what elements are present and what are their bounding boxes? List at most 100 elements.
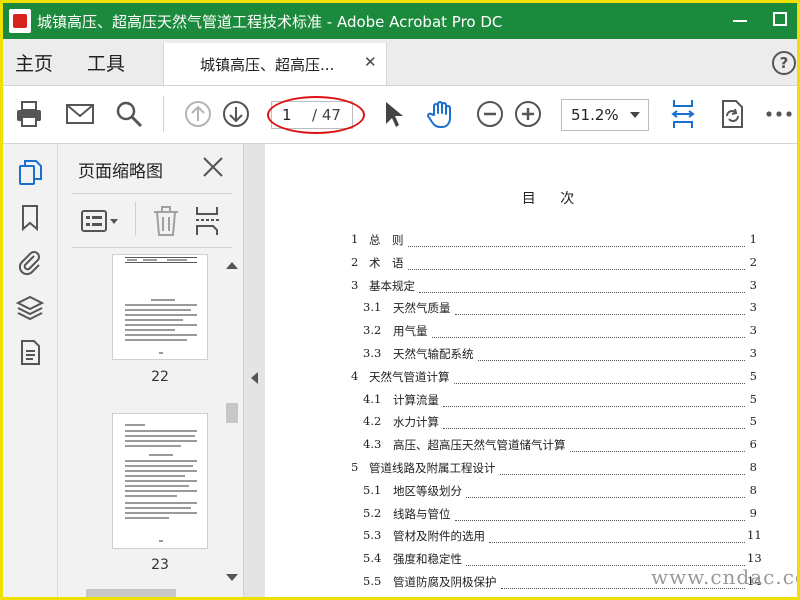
toc-entry-page: 8	[749, 460, 757, 474]
toc-entry[interactable]: 4 天然气管道计算 5	[265, 369, 797, 387]
toc-entry[interactable]: 5.3 管材及附件的选用 11	[265, 528, 797, 546]
more-icon[interactable]	[763, 98, 795, 130]
toc-leader-dots	[419, 278, 745, 293]
page-thumbnail-22[interactable]	[112, 254, 208, 360]
thumbnail-label: 23	[151, 557, 169, 573]
toc-entry-title: 管道防腐及阴极保护	[393, 575, 497, 589]
fit-width-icon[interactable]	[667, 98, 699, 130]
panel-divider	[72, 247, 232, 248]
toc-entry[interactable]: 3 基本规定 3	[265, 278, 797, 296]
select-cursor-icon[interactable]	[377, 98, 409, 130]
toc-entry-page: 3	[749, 277, 757, 292]
toc-entry[interactable]: 4.2 水力计算 5	[265, 414, 797, 432]
zoom-in-icon[interactable]	[512, 98, 544, 130]
toc-entry[interactable]: 3.1 天然气质量 3	[265, 300, 797, 318]
watermark-text: www.cndac.com	[651, 565, 797, 589]
email-icon[interactable]	[64, 98, 96, 130]
toc-entry-title: 线路与管位	[393, 506, 451, 521]
toc-entry-title: 天然气管道计算	[369, 369, 450, 384]
layers-icon[interactable]	[16, 294, 44, 322]
thumbnail-horizontal-scrollbar[interactable]	[58, 589, 240, 597]
page-down-icon[interactable]	[220, 98, 252, 130]
hand-tool-icon[interactable]	[425, 98, 457, 130]
left-navigation-rail	[3, 144, 58, 597]
toc-entry-title: 天然气质量	[393, 301, 451, 316]
insert-page-icon[interactable]	[193, 204, 223, 238]
maximize-icon[interactable]	[773, 12, 787, 26]
toc-entry-title: 天然气输配系统	[393, 347, 474, 361]
delete-page-icon[interactable]	[151, 204, 181, 238]
close-tab-icon[interactable]: ✕	[364, 53, 377, 71]
close-panel-icon[interactable]	[200, 154, 226, 180]
toc-entry-page: 6	[749, 437, 757, 452]
tab-tools[interactable]: 工具	[87, 49, 125, 76]
toc-leader-dots	[454, 369, 745, 384]
toc-leader-dots	[455, 300, 745, 316]
toc-entry-page: 9	[749, 505, 757, 520]
toc-leader-dots	[570, 437, 745, 453]
toc-entry-number: 4.1	[363, 391, 382, 406]
toc-entry[interactable]: 2 术 语 2	[265, 255, 797, 273]
horizontal-scrollbar-thumb[interactable]	[86, 589, 176, 597]
toc-entry[interactable]: 4.3 高压、超高压天然气管道储气计算 6	[265, 437, 797, 455]
toc-entry[interactable]: 5.2 线路与管位 9	[265, 506, 797, 524]
attachment-icon[interactable]	[16, 248, 44, 276]
page-thumbnails-icon[interactable]	[16, 158, 44, 186]
toc-entry[interactable]: 3.3 天然气输配系统 3	[265, 346, 797, 364]
toc-entry-title: 管材及附件的选用	[393, 529, 485, 544]
toc-leader-dots	[489, 528, 745, 544]
scroll-down-arrow-icon[interactable]	[226, 574, 238, 581]
thumbnail-options-icon[interactable]	[80, 204, 120, 238]
toc-entry-title: 管道线路及附属工程设计	[369, 461, 496, 475]
scroll-up-arrow-icon[interactable]	[226, 262, 238, 269]
toc-entry-title: 地区等级划分	[393, 483, 462, 498]
toc-entry-page: 3	[749, 323, 757, 338]
help-button[interactable]: ?	[772, 51, 796, 75]
bookmark-icon[interactable]	[16, 203, 44, 231]
minimize-icon[interactable]	[733, 20, 747, 22]
collapse-panel-arrow-icon[interactable]	[251, 372, 258, 384]
toc-entry-page: 11	[747, 528, 762, 543]
toc-entry-number: 3.2	[363, 323, 382, 338]
document-page-view[interactable]: 目 次 1 总 则 1 2 术 语 2 3 基本规定 3 3.1 天然气质量 3 3.2 用气量 3 3.3 天…	[265, 144, 797, 597]
toc-entry-page: 2	[749, 254, 757, 269]
main-toolbar: 1 / 47 51.2%	[3, 86, 797, 144]
toc-leader-dots	[455, 506, 745, 521]
toc-entry[interactable]: 5.1 地区等级划分 8	[265, 483, 797, 501]
document-properties-icon[interactable]	[16, 338, 44, 366]
toc-leader-dots	[443, 414, 745, 430]
toc-entry[interactable]: 4.1 计算流量 5	[265, 392, 797, 410]
chevron-down-icon	[630, 112, 640, 118]
page-thumbnail-23[interactable]	[112, 413, 208, 549]
toc-entry-number: 2	[351, 254, 359, 269]
thumbnail-label: 22	[151, 369, 169, 385]
toc-entry-number: 5.2	[363, 505, 382, 520]
scrollbar-thumb[interactable]	[226, 403, 238, 423]
panel-tool-separator	[135, 202, 136, 236]
toc-entry-number: 5.4	[363, 551, 382, 566]
rotate-page-icon[interactable]	[716, 98, 748, 130]
toc-entry-title: 计算流量	[393, 392, 439, 407]
tab-home[interactable]: 主页	[15, 49, 53, 76]
toc-entry-page: 5	[749, 391, 757, 406]
toc-leader-dots	[500, 460, 745, 475]
window-title: 城镇高压、超高压天然气管道工程技术标准 - Adobe Acrobat Pro …	[37, 13, 503, 31]
toc-leader-dots	[443, 392, 745, 407]
toc-entry-number: 4	[351, 368, 359, 383]
toc-entry-number: 3.3	[363, 346, 382, 360]
thumbnail-vertical-scrollbar[interactable]	[223, 254, 240, 589]
toc-entry[interactable]: 3.2 用气量 3	[265, 323, 797, 341]
toc-entry-title: 高压、超高压天然气管道储气计算	[393, 438, 566, 453]
zoom-dropdown[interactable]: 51.2%	[561, 99, 649, 131]
zoom-out-icon[interactable]	[474, 98, 506, 130]
panel-splitter[interactable]	[243, 144, 266, 597]
search-icon[interactable]	[113, 98, 145, 130]
toc-leader-dots	[478, 346, 745, 361]
toc-entry[interactable]: 1 总 则 1	[265, 232, 797, 250]
print-icon[interactable]	[13, 98, 45, 130]
acrobat-app-icon	[9, 9, 31, 33]
tab-document[interactable]: 城镇高压、超高压... ✕	[163, 43, 387, 85]
toc-entry[interactable]: 5 管道线路及附属工程设计 8	[265, 460, 797, 478]
toc-leader-dots	[466, 483, 745, 498]
page-up-icon[interactable]	[182, 98, 214, 130]
